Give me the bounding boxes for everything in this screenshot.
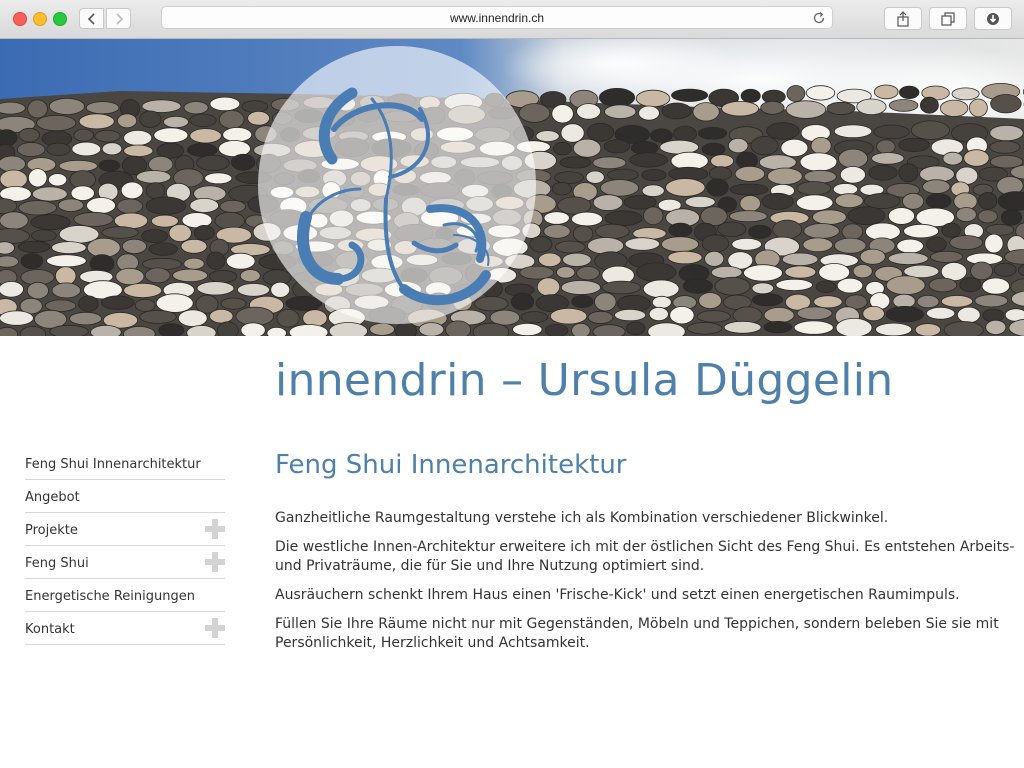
zoom-window-button[interactable]: [53, 12, 67, 26]
sidebar-item-feng-shui[interactable]: Feng Shui: [25, 546, 225, 579]
share-icon: [897, 11, 909, 27]
content-paragraph: Die westliche Innen-Architektur erweiter…: [275, 539, 1015, 574]
address-bar[interactable]: www.innendrin.ch: [161, 6, 833, 29]
sidebar-item-label: Angebot: [25, 490, 80, 505]
sidebar-item-label: Feng Shui: [25, 556, 89, 571]
sidebar-item-angebot[interactable]: Angebot: [25, 480, 225, 513]
logo-circle: [258, 46, 536, 324]
main-content: Ganzheitliche Raumgestaltung verstehe ic…: [275, 509, 1015, 663]
back-button[interactable]: [79, 8, 104, 29]
browser-toolbar: www.innendrin.ch: [0, 0, 1024, 39]
reload-icon[interactable]: [812, 11, 826, 25]
close-window-button[interactable]: [13, 12, 27, 26]
stone-wall-image: [0, 39, 1024, 336]
page-heading: Feng Shui Innenarchitektur: [275, 450, 627, 480]
tabs-overview-button[interactable]: [929, 7, 967, 30]
content-paragraph: Ganzheitliche Raumgestaltung verstehe ic…: [275, 510, 889, 526]
url-text: www.innendrin.ch: [449, 11, 545, 25]
sidebar-item-projekte[interactable]: Projekte: [25, 513, 225, 546]
header-banner: [0, 39, 1024, 336]
sidebar-nav: Feng Shui Innenarchitektur Angebot Proje…: [25, 448, 225, 645]
forward-button[interactable]: [106, 8, 131, 29]
chevron-right-icon: [116, 13, 124, 25]
share-button[interactable]: [884, 7, 922, 30]
sidebar-item-label: Projekte: [25, 523, 78, 538]
plus-icon[interactable]: [205, 519, 225, 539]
chevron-left-icon: [87, 13, 95, 25]
site-title: innendrin – Ursula Düggelin: [275, 355, 894, 406]
downloads-button[interactable]: [974, 7, 1012, 30]
sidebar-item-label: Feng Shui Innenarchitektur: [25, 457, 201, 472]
sidebar-item-label: Kontakt: [25, 622, 75, 637]
plus-icon[interactable]: [205, 618, 225, 638]
sidebar-item-kontakt[interactable]: Kontakt: [25, 612, 225, 645]
minimize-window-button[interactable]: [33, 12, 47, 26]
sidebar-item-label: Energetische Reinigungen: [25, 589, 195, 604]
tabs-icon: [941, 12, 955, 26]
content-paragraph: Ausräuchern schenkt Ihrem Haus einen 'Fr…: [275, 587, 960, 603]
sidebar-item-energetische-reinigungen[interactable]: Energetische Reinigungen: [25, 579, 225, 612]
sidebar-item-feng-shui-innenarchitektur[interactable]: Feng Shui Innenarchitektur: [25, 448, 225, 480]
plus-icon[interactable]: [205, 552, 225, 572]
download-icon: [987, 13, 999, 25]
content-paragraph: Füllen Sie Ihre Räume nicht nur mit Gege…: [275, 616, 999, 651]
